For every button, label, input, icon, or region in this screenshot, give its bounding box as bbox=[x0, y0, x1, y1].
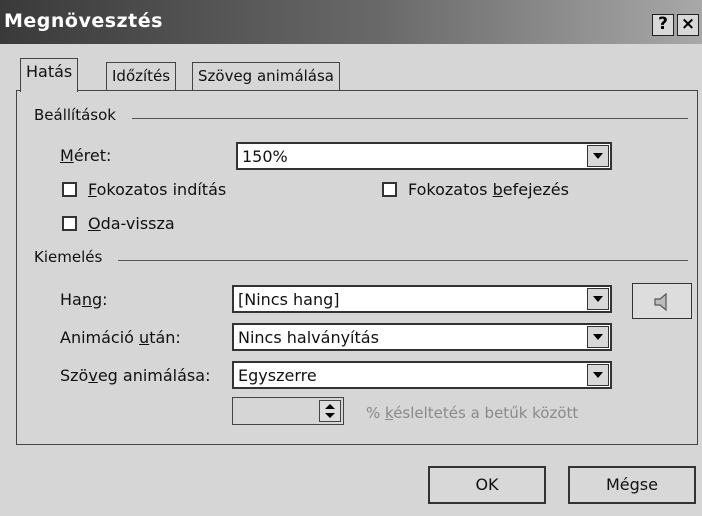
after-animation-combo[interactable]: Nincs halványítás bbox=[232, 323, 612, 351]
tab-effect[interactable]: Hatás bbox=[20, 58, 79, 92]
settings-divider bbox=[132, 118, 688, 119]
ok-button[interactable]: OK bbox=[428, 466, 546, 504]
autoreverse-label: Oda-vissza bbox=[88, 214, 175, 233]
cancel-button[interactable]: Mégse bbox=[568, 466, 696, 504]
sound-settings-button[interactable] bbox=[632, 283, 692, 319]
spinner-arrows-icon[interactable] bbox=[319, 400, 341, 422]
sound-label: Hang: bbox=[60, 290, 108, 309]
animate-text-value: Egyszerre bbox=[238, 366, 317, 385]
animate-text-label: Szöveg animálása: bbox=[60, 366, 211, 385]
chevron-down-icon[interactable] bbox=[587, 288, 609, 310]
chevron-down-icon[interactable] bbox=[587, 145, 609, 167]
animate-text-combo[interactable]: Egyszerre bbox=[232, 361, 612, 389]
effect-options-dialog: Megnövesztés ? × Hatás Időzítés Szöveg a… bbox=[0, 0, 702, 516]
smooth-end-checkbox[interactable] bbox=[382, 182, 397, 197]
tab-text-animation[interactable]: Szöveg animálása bbox=[192, 62, 341, 90]
chevron-down-icon[interactable] bbox=[587, 364, 609, 386]
smooth-start-checkbox[interactable] bbox=[62, 182, 77, 197]
enhancements-group-label: Kiemelés bbox=[34, 248, 109, 266]
settings-group-label: Beállítások bbox=[34, 106, 122, 124]
help-button[interactable]: ? bbox=[652, 14, 674, 36]
size-value: 150% bbox=[242, 147, 288, 166]
after-animation-label: Animáció után: bbox=[60, 328, 181, 347]
close-button[interactable]: × bbox=[677, 14, 699, 36]
enhancements-divider bbox=[118, 260, 688, 261]
title-bar[interactable]: Megnövesztés ? × bbox=[0, 0, 702, 44]
delay-label: % késleltetés a betűk között bbox=[366, 404, 579, 422]
size-label: Méret: bbox=[60, 146, 112, 165]
delay-spinner[interactable] bbox=[232, 397, 344, 425]
tab-timing[interactable]: Időzítés bbox=[106, 62, 177, 90]
chevron-down-icon[interactable] bbox=[587, 326, 609, 348]
autoreverse-checkbox[interactable] bbox=[62, 216, 77, 231]
after-animation-value: Nincs halványítás bbox=[238, 328, 379, 347]
smooth-start-label: Fokozatos indítás bbox=[88, 180, 227, 199]
size-combo[interactable]: 150% bbox=[236, 142, 612, 170]
smooth-end-label: Fokozatos befejezés bbox=[408, 180, 569, 199]
sound-combo[interactable]: [Nincs hang] bbox=[232, 285, 612, 313]
speaker-icon bbox=[654, 292, 667, 312]
sound-value: [Nincs hang] bbox=[238, 290, 340, 309]
window-title: Megnövesztés bbox=[4, 10, 163, 32]
